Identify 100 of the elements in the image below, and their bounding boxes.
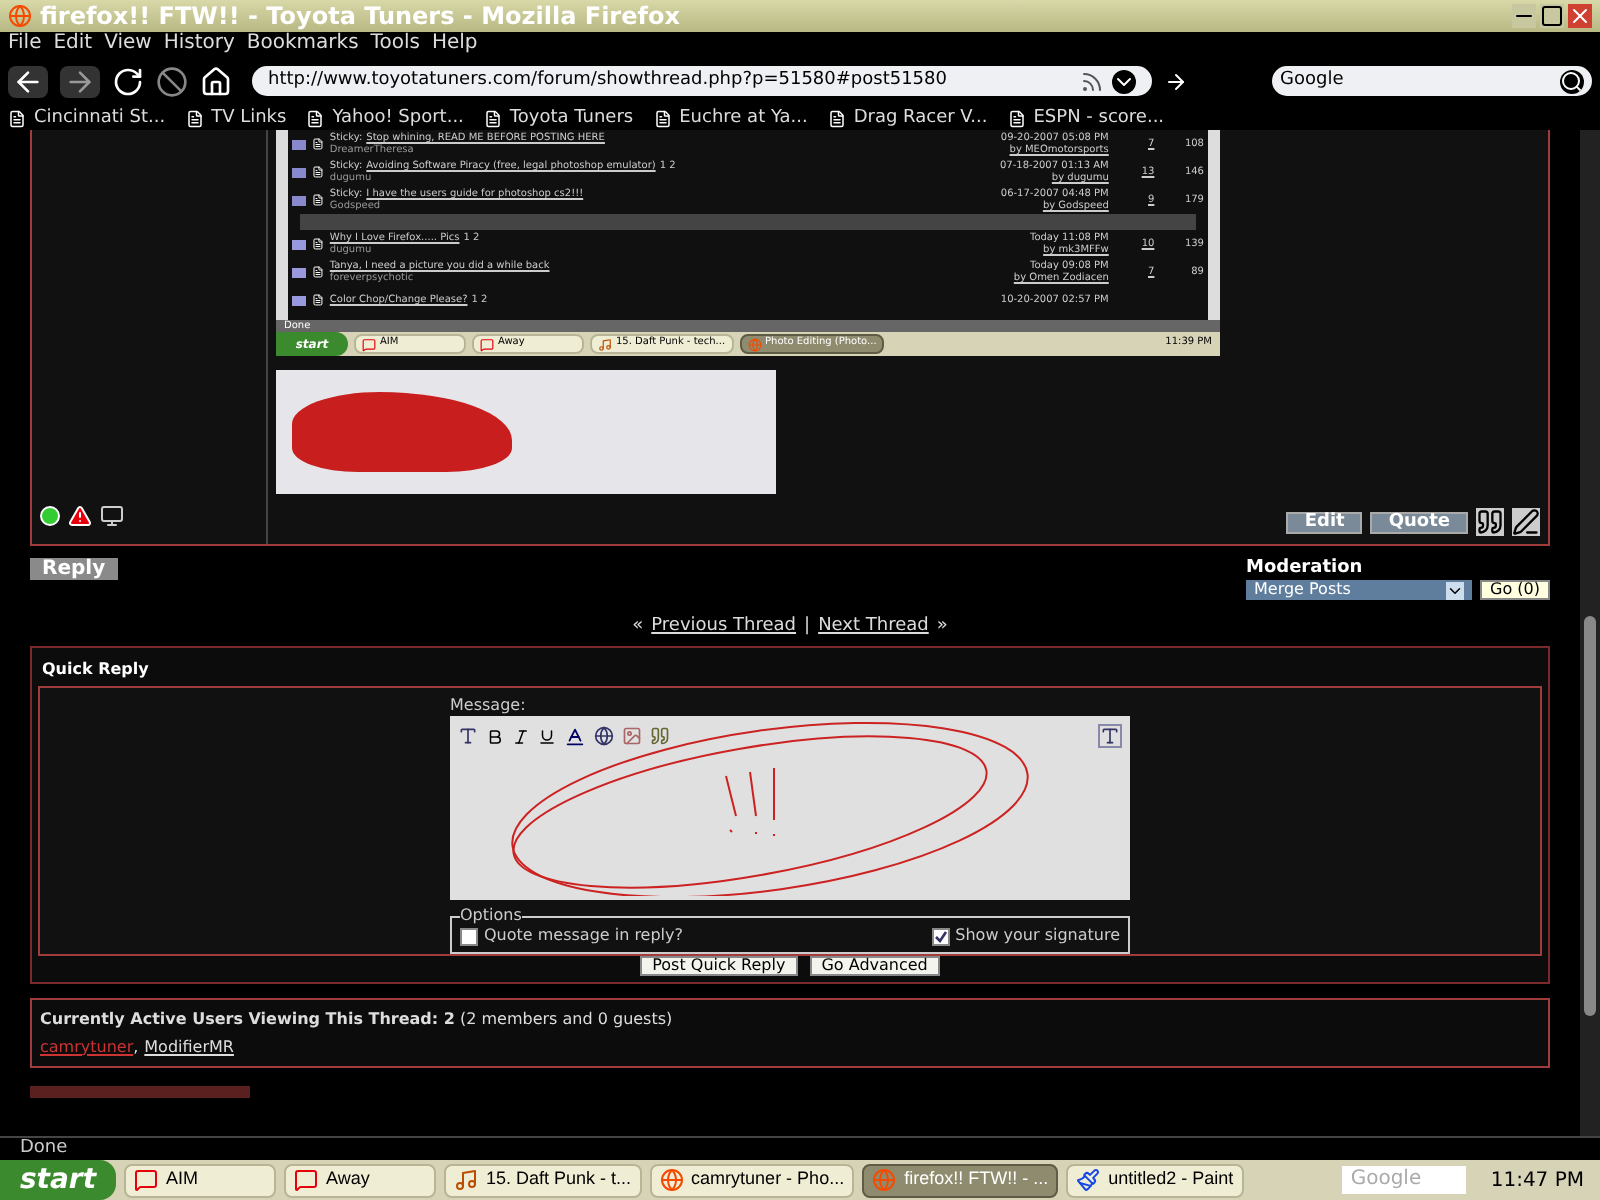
online-icon <box>40 506 60 526</box>
go-button[interactable]: Go (0) <box>1480 580 1550 600</box>
globe-icon <box>872 1168 897 1192</box>
search-field[interactable]: Google <box>1272 66 1592 96</box>
nav-separator: | <box>804 614 811 641</box>
dropdown-icon[interactable] <box>1112 69 1136 93</box>
bookmark-link[interactable]: TV Links <box>185 109 287 127</box>
search-icon[interactable] <box>1560 69 1584 93</box>
folder-icon <box>292 267 306 277</box>
url-text: http://www.toyotatuners.com/forum/showthread.php?p=51580#post51580 <box>268 67 947 94</box>
address-field[interactable]: http://www.toyotatuners.com/forum/showthread.php?p=51580#post51580 <box>252 66 1152 96</box>
link-icon[interactable] <box>594 726 614 746</box>
post-button[interactable]: Quote <box>1370 511 1468 533</box>
thread-icon <box>311 194 324 206</box>
image-icon[interactable] <box>622 726 642 746</box>
folder-icon <box>292 195 306 205</box>
moderation-label: Moderation <box>1246 558 1365 580</box>
option-label: Quote message in reply? <box>484 924 684 948</box>
taskbar-button[interactable]: AIM <box>124 1163 276 1197</box>
user-link[interactable]: camrytuner <box>40 1039 134 1055</box>
text-color-icon[interactable] <box>564 725 586 747</box>
chat-icon <box>362 337 376 351</box>
message-label: Message: <box>450 696 528 716</box>
folder-icon <box>292 167 306 177</box>
status-text: Done <box>20 1135 68 1162</box>
dropdown-icon[interactable] <box>1446 581 1465 599</box>
search-text: Google <box>1280 67 1344 94</box>
bookmark-link[interactable]: Cincinnati St... <box>8 109 166 127</box>
scroll-thumb[interactable] <box>1584 616 1596 1016</box>
options-legend: Options <box>460 908 522 924</box>
next-thread-link[interactable]: Next Thread <box>818 614 929 642</box>
thread-icon <box>311 166 324 178</box>
taskbar-button[interactable]: untitled2 - Paint <box>1066 1163 1244 1197</box>
menu-item[interactable]: Bookmarks <box>246 34 359 54</box>
globe-icon <box>747 337 762 351</box>
back-icon[interactable] <box>8 65 48 97</box>
user-link[interactable]: ModifierMR <box>144 1039 234 1055</box>
mode-switch-icon[interactable] <box>1098 724 1122 748</box>
page-icon <box>827 109 846 127</box>
chat-icon <box>134 1168 158 1192</box>
thread-icon <box>311 238 324 250</box>
underline-icon[interactable] <box>538 727 556 745</box>
edit-icon[interactable] <box>1512 508 1540 536</box>
taskbar-button[interactable]: camrytuner - Pho... <box>649 1163 855 1197</box>
bookmark-link[interactable]: Euchre at Ya... <box>653 109 808 127</box>
comma: , <box>133 1039 141 1055</box>
bookmark-link[interactable]: Yahoo! Sport... <box>306 109 464 127</box>
message-editor[interactable] <box>450 716 1130 900</box>
multiquote-icon[interactable] <box>1476 508 1504 536</box>
stop-icon[interactable] <box>156 65 188 97</box>
menu-item[interactable]: Edit <box>53 34 93 54</box>
start-button[interactable]: start <box>0 1160 116 1200</box>
previous-thread-link[interactable]: Previous Thread <box>651 614 797 642</box>
maximize-icon[interactable] <box>1540 4 1564 28</box>
menu-item[interactable]: View <box>104 34 152 54</box>
page-icon <box>306 109 325 127</box>
home-icon[interactable] <box>200 65 232 97</box>
folder-icon <box>292 139 306 149</box>
bold-icon[interactable] <box>486 727 504 745</box>
thread-icon <box>311 266 324 278</box>
chat-icon <box>294 1168 318 1192</box>
quick-reply-title: Quick Reply <box>40 658 151 682</box>
chat-icon <box>480 337 494 351</box>
submit-button[interactable]: Go Advanced <box>809 956 940 976</box>
minimize-icon[interactable] <box>1512 4 1536 28</box>
thread-icon <box>311 294 324 306</box>
bookmark-link[interactable]: Drag Racer V... <box>827 109 988 127</box>
next-arrow: » <box>936 614 948 641</box>
music-icon <box>598 337 612 351</box>
moderation-select[interactable]: Merge Posts <box>1246 580 1473 600</box>
page-icon <box>483 109 502 127</box>
bookmark-link[interactable]: ESPN - score... <box>1007 109 1165 127</box>
close-icon[interactable] <box>1568 4 1592 28</box>
forward-icon[interactable] <box>60 65 100 97</box>
page-icon <box>185 109 204 127</box>
reload-icon[interactable] <box>112 65 144 97</box>
menu-item[interactable]: Tools <box>370 34 420 54</box>
folder-icon <box>292 295 306 305</box>
checkbox[interactable] <box>931 927 950 945</box>
brush-icon <box>1076 1168 1101 1192</box>
page-icon <box>653 109 672 127</box>
menu-item[interactable]: File <box>8 34 42 54</box>
page-icon <box>1007 109 1026 127</box>
font-icon[interactable] <box>458 726 478 746</box>
taskbar-button[interactable]: Away <box>284 1163 436 1197</box>
menu-item[interactable]: Help <box>431 34 478 54</box>
globe-icon <box>659 1168 684 1192</box>
quote-icon[interactable] <box>650 726 670 746</box>
italic-icon[interactable] <box>512 727 530 745</box>
menu-item[interactable]: History <box>163 34 235 54</box>
warning-icon[interactable] <box>68 504 92 528</box>
submit-button[interactable]: Post Quick Reply <box>640 956 798 976</box>
checkbox[interactable] <box>460 927 478 945</box>
scrollbar[interactable] <box>1580 130 1600 1136</box>
go-icon[interactable] <box>1164 69 1188 93</box>
post-button[interactable]: Edit <box>1286 511 1363 533</box>
feed-icon[interactable] <box>1080 69 1104 93</box>
taskbar-button[interactable]: 15. Daft Punk - t... <box>444 1163 642 1197</box>
computer-icon[interactable] <box>100 504 124 528</box>
bookmark-link[interactable]: Toyota Tuners <box>483 109 634 127</box>
